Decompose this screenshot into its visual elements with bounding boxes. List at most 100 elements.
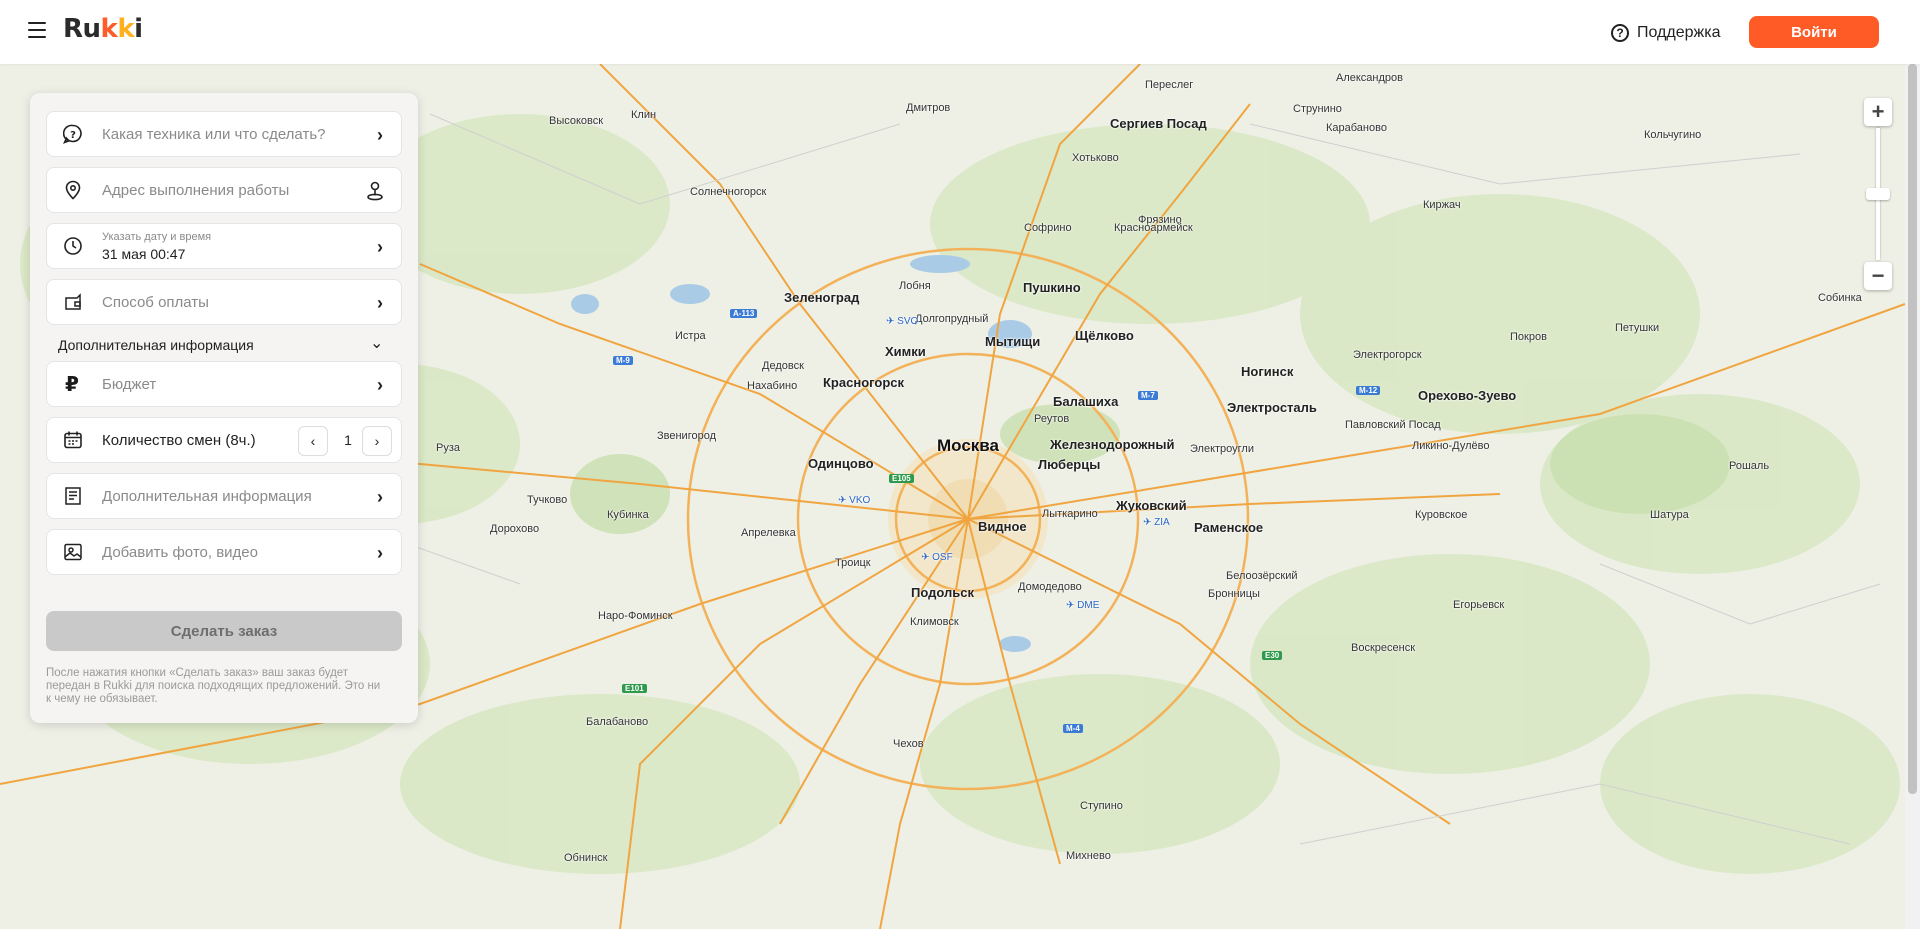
datetime-field[interactable]: Указать дату и время 31 мая 00:47 › — [46, 223, 402, 269]
map-city-label: Подольск — [911, 585, 974, 600]
shifts-increment-button[interactable]: › — [362, 426, 392, 456]
map-city-label: Москва — [937, 436, 999, 455]
map-city-label: Тучково — [527, 494, 568, 506]
road-badge: A-113 — [730, 309, 758, 318]
map-city-label: Истра — [675, 330, 706, 342]
map-city-label: Пушкино — [1023, 280, 1081, 295]
top-header: Rukki ? Поддержка Войти — [0, 0, 1920, 64]
road-badge: M-12 — [1356, 386, 1381, 395]
map-city-label: Струнино — [1293, 103, 1342, 115]
zoom-in-button[interactable]: + — [1864, 98, 1892, 126]
map-city-label: Лыткарино — [1042, 508, 1098, 520]
map-city-label: Высоковск — [549, 115, 604, 127]
road-badge: E30 — [1262, 651, 1283, 660]
map-city-label: Одинцово — [808, 456, 874, 471]
map-city-label: Орехово-Зуево — [1418, 388, 1517, 403]
map-city-label: Александров — [1336, 72, 1403, 84]
map-city-label: Ногинск — [1241, 364, 1294, 379]
zoom-out-button[interactable]: − — [1864, 262, 1892, 290]
airport-icon: ✈ ZIA — [1143, 517, 1170, 528]
support-link[interactable]: ? Поддержка — [1611, 21, 1720, 45]
menu-icon[interactable] — [28, 22, 46, 38]
map-city-label: Карабаново — [1326, 122, 1387, 134]
shifts-field: Количество смен (8ч.) ‹ 1 › — [46, 417, 402, 463]
map-city-label: Щёлково — [1075, 328, 1134, 343]
map-city-label: Раменское — [1194, 520, 1264, 535]
budget-field[interactable]: ₽ Бюджет › — [46, 361, 402, 407]
question-icon: ? — [1611, 24, 1629, 42]
map-city-label: Чехов — [893, 738, 924, 750]
shifts-label: Количество смен (8ч.) — [102, 432, 256, 449]
map-city-label: Видное — [978, 519, 1027, 534]
map-city-label: Троицк — [835, 557, 871, 569]
wallet-icon — [65, 293, 81, 310]
chevron-right-icon: › — [377, 487, 383, 507]
chevron-right-icon: › — [377, 125, 383, 145]
shifts-decrement-button[interactable]: ‹ — [298, 426, 328, 456]
login-button[interactable]: Войти — [1749, 16, 1879, 48]
map-city-label: Обнинск — [564, 852, 608, 864]
map-city-label: Павловский Посад — [1345, 419, 1441, 431]
map-city-label: Софрино — [1024, 222, 1072, 234]
map-city-label: Электросталь — [1227, 400, 1317, 415]
zoom-slider-handle[interactable] — [1866, 188, 1890, 200]
map-city-label: Сергиев Посад — [1110, 116, 1207, 131]
map-city-label: Лобня — [899, 280, 931, 292]
map-city-label: Солнечногорск — [690, 186, 767, 198]
map-city-label: Киржач — [1423, 199, 1461, 211]
extra-info-field[interactable]: Дополнительная информация › — [46, 473, 402, 519]
road-badge: M-7 — [1138, 391, 1158, 400]
map-city-label: Наро-Фоминск — [598, 610, 673, 622]
map-city-label: Михнево — [1066, 850, 1111, 862]
map-city-label: Апрелевка — [741, 527, 796, 539]
chevron-right-icon: › — [377, 293, 383, 313]
scrollbar-thumb[interactable] — [1908, 64, 1917, 794]
image-upload-icon — [64, 543, 82, 561]
map-city-label: Собинка — [1818, 292, 1862, 304]
disclaimer-text: После нажатия кнопки «Сделать заказ» ваш… — [46, 667, 381, 705]
media-placeholder: Добавить фото, видео — [102, 544, 258, 561]
airport-icon: ✈ SVO — [886, 316, 919, 327]
question-bubble-icon: ? — [63, 124, 82, 144]
submit-order-button[interactable]: Сделать заказ — [46, 611, 402, 651]
map-city-label: Воскресенск — [1351, 642, 1416, 654]
airport-icon: ✈ DME — [1066, 600, 1100, 611]
map-city-label: Хотьково — [1072, 152, 1119, 164]
map-city-label: Дмитров — [906, 102, 951, 114]
address-placeholder: Адрес выполнения работы — [102, 182, 290, 199]
media-field[interactable]: Добавить фото, видео › — [46, 529, 402, 575]
map-city-label: Реутов — [1034, 413, 1070, 425]
map-city-label: Рошаль — [1729, 460, 1770, 472]
budget-placeholder: Бюджет — [102, 376, 157, 393]
map-city-label: Железнодорожный — [1050, 437, 1175, 452]
map-city-label: Домодедово — [1018, 581, 1082, 593]
address-field[interactable]: Адрес выполнения работы — [46, 167, 402, 213]
map-city-label: Балабаново — [586, 716, 649, 728]
svg-text:?: ? — [70, 130, 76, 141]
document-icon — [65, 487, 81, 505]
extra-section-title: Дополнительная информация — [58, 337, 254, 353]
map-city-label: Звенигород — [657, 430, 717, 442]
map-city-label: Ступино — [1080, 800, 1123, 812]
map-city-label: Долгопрудный — [915, 313, 989, 325]
datetime-caption: Указать дату и время — [102, 231, 212, 243]
map-city-label: Кольчугино — [1644, 129, 1702, 141]
map-city-label: Красноармейск — [1114, 222, 1193, 234]
payment-field[interactable]: Способ оплаты › — [46, 279, 402, 325]
rukki-logo[interactable]: Rukki — [63, 14, 143, 44]
ruble-icon: ₽ — [65, 374, 79, 396]
road-badge: E105 — [889, 474, 914, 483]
map-city-label: Переслег — [1145, 79, 1194, 91]
airport-icon: ✈ VKO — [838, 495, 871, 506]
extra-info-placeholder: Дополнительная информация — [102, 488, 312, 505]
map-city-label: Красногорск — [823, 375, 904, 390]
payment-placeholder: Способ оплаты — [102, 294, 209, 311]
map-city-label: Шатура — [1650, 509, 1689, 521]
map-pin-select-icon[interactable] — [365, 180, 385, 202]
chevron-down-icon[interactable]: ⌄ — [370, 333, 383, 353]
what-field[interactable]: ? Какая техника или что сделать? › — [46, 111, 402, 157]
map-city-label: Химки — [885, 344, 926, 359]
map-city-label: Электрогорск — [1353, 349, 1422, 361]
map-city-label: Дедовск — [762, 360, 804, 372]
map-city-label: Жуковский — [1116, 498, 1187, 513]
